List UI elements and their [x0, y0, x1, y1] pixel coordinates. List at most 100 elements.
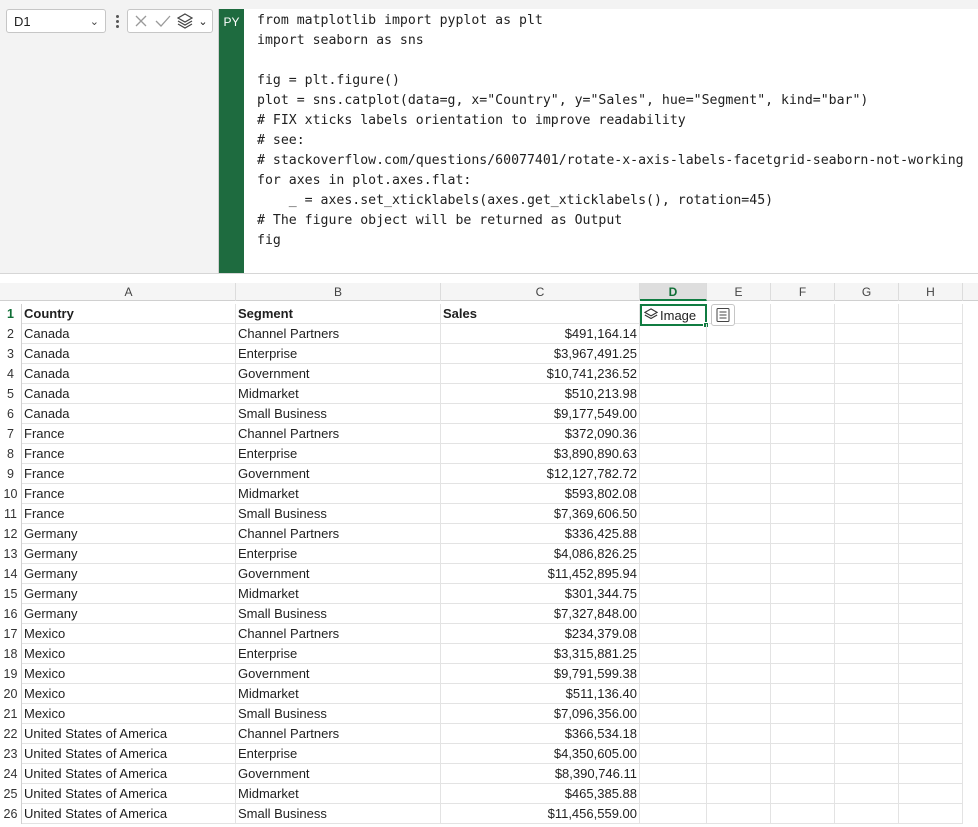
cell-c2[interactable]: $491,164.14 [441, 324, 640, 344]
cell-g6[interactable] [835, 404, 899, 424]
cell-d15[interactable] [640, 584, 707, 604]
column-header-a[interactable]: A [22, 283, 236, 301]
cell-f23[interactable] [771, 744, 835, 764]
cell-b7[interactable]: Channel Partners [236, 424, 441, 444]
confirm-icon[interactable] [154, 12, 172, 30]
row-number[interactable]: 13 [0, 544, 22, 564]
cell-e8[interactable] [707, 444, 771, 464]
cell-a19[interactable]: Mexico [22, 664, 236, 684]
cell-c16[interactable]: $7,327,848.00 [441, 604, 640, 624]
cell-a26[interactable]: United States of America [22, 804, 236, 824]
cell-f5[interactable] [771, 384, 835, 404]
row-number[interactable]: 11 [0, 504, 22, 524]
cell-d4[interactable] [640, 364, 707, 384]
row-number[interactable]: 3 [0, 344, 22, 364]
cell-h1[interactable] [899, 304, 963, 324]
cell-c1[interactable]: Sales [441, 304, 640, 324]
row-number[interactable]: 26 [0, 804, 22, 824]
cell-e16[interactable] [707, 604, 771, 624]
cell-e20[interactable] [707, 684, 771, 704]
cell-f13[interactable] [771, 544, 835, 564]
cell-d16[interactable] [640, 604, 707, 624]
cell-e13[interactable] [707, 544, 771, 564]
cell-d19[interactable] [640, 664, 707, 684]
cell-e5[interactable] [707, 384, 771, 404]
cell-g18[interactable] [835, 644, 899, 664]
row-number[interactable]: 20 [0, 684, 22, 704]
cell-d6[interactable] [640, 404, 707, 424]
cell-h4[interactable] [899, 364, 963, 384]
cell-a6[interactable]: Canada [22, 404, 236, 424]
cell-b21[interactable]: Small Business [236, 704, 441, 724]
cell-a2[interactable]: Canada [22, 324, 236, 344]
cell-g25[interactable] [835, 784, 899, 804]
row-number[interactable]: 19 [0, 664, 22, 684]
cell-d17[interactable] [640, 624, 707, 644]
cell-c21[interactable]: $7,096,356.00 [441, 704, 640, 724]
cell-c8[interactable]: $3,890,890.63 [441, 444, 640, 464]
cell-g2[interactable] [835, 324, 899, 344]
cell-b6[interactable]: Small Business [236, 404, 441, 424]
cell-b12[interactable]: Channel Partners [236, 524, 441, 544]
cell-h23[interactable] [899, 744, 963, 764]
cell-h22[interactable] [899, 724, 963, 744]
cell-f18[interactable] [771, 644, 835, 664]
cell-f22[interactable] [771, 724, 835, 744]
more-options-icon[interactable] [113, 11, 121, 31]
cell-h5[interactable] [899, 384, 963, 404]
cell-f19[interactable] [771, 664, 835, 684]
cell-h24[interactable] [899, 764, 963, 784]
cell-g24[interactable] [835, 764, 899, 784]
cell-h17[interactable] [899, 624, 963, 644]
cell-c9[interactable]: $12,127,782.72 [441, 464, 640, 484]
cell-c24[interactable]: $8,390,746.11 [441, 764, 640, 784]
cell-f9[interactable] [771, 464, 835, 484]
cell-g5[interactable] [835, 384, 899, 404]
cell-b25[interactable]: Midmarket [236, 784, 441, 804]
cell-b24[interactable]: Government [236, 764, 441, 784]
cell-e12[interactable] [707, 524, 771, 544]
cell-e9[interactable] [707, 464, 771, 484]
cell-f8[interactable] [771, 444, 835, 464]
cell-b1[interactable]: Segment [236, 304, 441, 324]
cell-c13[interactable]: $4,086,826.25 [441, 544, 640, 564]
cell-d7[interactable] [640, 424, 707, 444]
cell-b17[interactable]: Channel Partners [236, 624, 441, 644]
cell-c12[interactable]: $336,425.88 [441, 524, 640, 544]
cell-f25[interactable] [771, 784, 835, 804]
cell-a18[interactable]: Mexico [22, 644, 236, 664]
cell-a17[interactable]: Mexico [22, 624, 236, 644]
row-number[interactable]: 24 [0, 764, 22, 784]
row-number[interactable]: 17 [0, 624, 22, 644]
cell-a5[interactable]: Canada [22, 384, 236, 404]
cell-c18[interactable]: $3,315,881.25 [441, 644, 640, 664]
cell-g14[interactable] [835, 564, 899, 584]
cell-h7[interactable] [899, 424, 963, 444]
cell-c17[interactable]: $234,379.08 [441, 624, 640, 644]
cell-c26[interactable]: $11,456,559.00 [441, 804, 640, 824]
row-number[interactable]: 16 [0, 604, 22, 624]
cell-a15[interactable]: Germany [22, 584, 236, 604]
row-number[interactable]: 9 [0, 464, 22, 484]
cell-b8[interactable]: Enterprise [236, 444, 441, 464]
column-header-e[interactable]: E [707, 283, 771, 301]
cell-c25[interactable]: $465,385.88 [441, 784, 640, 804]
cell-h8[interactable] [899, 444, 963, 464]
cell-f3[interactable] [771, 344, 835, 364]
column-header-c[interactable]: C [441, 283, 640, 301]
cell-g19[interactable] [835, 664, 899, 684]
card-view-button[interactable] [711, 304, 735, 326]
cell-g23[interactable] [835, 744, 899, 764]
cell-a13[interactable]: Germany [22, 544, 236, 564]
cell-f4[interactable] [771, 364, 835, 384]
cell-g8[interactable] [835, 444, 899, 464]
cell-a9[interactable]: France [22, 464, 236, 484]
cell-g16[interactable] [835, 604, 899, 624]
cell-e14[interactable] [707, 564, 771, 584]
column-header-d[interactable]: D [640, 283, 707, 301]
cell-h25[interactable] [899, 784, 963, 804]
row-number[interactable]: 6 [0, 404, 22, 424]
cell-g7[interactable] [835, 424, 899, 444]
cell-g20[interactable] [835, 684, 899, 704]
cell-b4[interactable]: Government [236, 364, 441, 384]
